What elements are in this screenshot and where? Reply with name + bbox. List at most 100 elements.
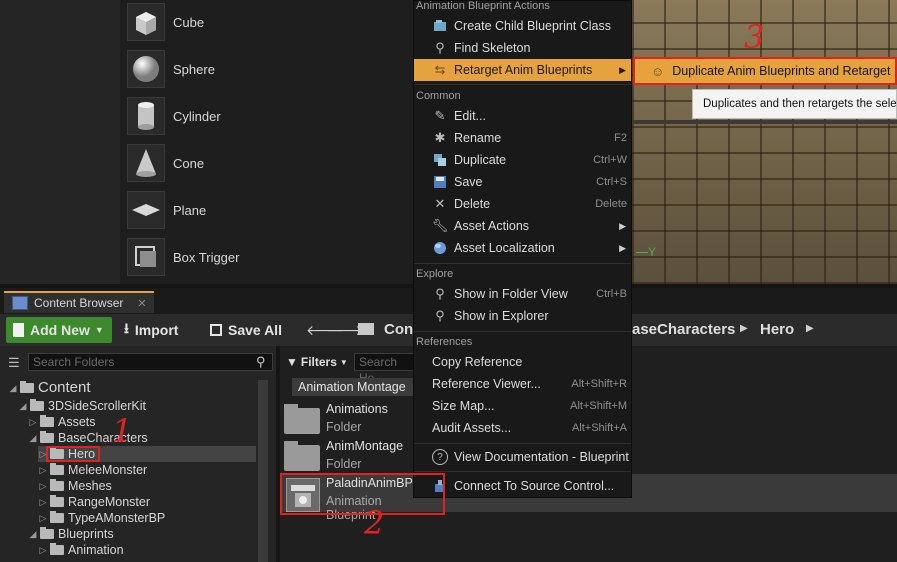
- menu-item-shortcut: Alt+Shift+A: [571, 422, 627, 434]
- submenu-arrow-icon: ▶: [619, 64, 626, 75]
- asset-folder-animmontage[interactable]: AnimMontage Folder: [282, 439, 432, 475]
- section-title-references: References: [416, 336, 473, 348]
- collapsed-arrow-icon[interactable]: ▷: [28, 414, 38, 430]
- place-item-cube[interactable]: Cube: [122, 0, 412, 44]
- submenu-arrow-icon: ▶: [619, 242, 626, 253]
- folder-tree-label: Animation: [68, 543, 124, 557]
- asset-folder-animations[interactable]: Animations Folder: [282, 402, 432, 438]
- submenu-item-duplicate-and-retarget[interactable]: ☺ Duplicate Anim Blueprints and Retarget: [633, 57, 897, 85]
- place-item-plane[interactable]: Plane: [122, 188, 412, 232]
- place-item-box-trigger[interactable]: Box Trigger: [122, 235, 412, 279]
- folder-tree-item[interactable]: ◢ BaseCharacters: [28, 430, 256, 446]
- tree-options-icon[interactable]: ☰: [8, 355, 20, 371]
- place-item-cone[interactable]: Cone: [122, 141, 412, 185]
- menu-separator: [414, 331, 631, 332]
- menu-item-shortcut: Ctrl+S: [596, 176, 627, 188]
- retarget-icon: ⇆: [434, 62, 446, 77]
- place-item-label: Cone: [173, 155, 205, 171]
- folder-icon: [50, 463, 64, 475]
- menu-item-save[interactable]: Save Ctrl+S: [414, 171, 631, 193]
- menu-item-view-documentation[interactable]: ? View Documentation - Blueprint: [414, 446, 631, 468]
- menu-item-find-skeleton[interactable]: ⚲ Find Skeleton: [414, 37, 631, 59]
- save-all-button[interactable]: Save All: [210, 317, 282, 343]
- menu-item-reference-viewer[interactable]: Reference Viewer... Alt+Shift+R: [414, 373, 631, 395]
- folder-icon: [40, 527, 54, 539]
- folder-tree-label: Assets: [58, 415, 96, 429]
- breadcrumb-hero[interactable]: Hero: [760, 321, 794, 338]
- add-new-label: Add New: [30, 322, 90, 338]
- menu-item-size-map[interactable]: Size Map... Alt+Shift+M: [414, 395, 631, 417]
- menu-item-show-in-explorer[interactable]: ⚲ Show in Explorer: [414, 305, 631, 327]
- search-folders-placeholder: Search Folders: [33, 355, 115, 369]
- tree-scrollbar[interactable]: [258, 380, 268, 562]
- blueprint-icon: [432, 18, 448, 34]
- annotation-box-asset: [280, 473, 445, 515]
- search-folders-input[interactable]: Search Folders: [28, 353, 273, 371]
- collapsed-arrow-icon[interactable]: ▷: [38, 494, 48, 510]
- menu-item-asset-localization[interactable]: Asset Localization ▶: [414, 237, 631, 259]
- menu-item-copy-reference[interactable]: Copy Reference: [414, 351, 631, 373]
- menu-item-audit-assets[interactable]: Audit Assets... Alt+Shift+A: [414, 417, 631, 439]
- help-icon: ?: [432, 449, 448, 465]
- folder-tree-item[interactable]: ◢ Blueprints: [28, 526, 256, 542]
- expanded-arrow-icon[interactable]: ◢: [28, 430, 38, 446]
- level-viewport[interactable]: [632, 0, 897, 284]
- tab-content-browser[interactable]: Content Browser ✕: [4, 291, 154, 313]
- folder-tree-item[interactable]: ▷ RangeMonster: [38, 494, 256, 510]
- menu-item-label: Delete: [454, 197, 491, 211]
- tooltip-text: Duplicates and then retargets the selec: [703, 98, 897, 110]
- filters-label: Filters: [300, 355, 337, 369]
- delete-icon: ✕: [434, 196, 446, 211]
- y-axis-line: [636, 252, 648, 253]
- folder-icon: [50, 479, 64, 491]
- add-new-button[interactable]: Add New ▼: [6, 317, 112, 343]
- folder-icon: [50, 511, 64, 523]
- folder-tree-item[interactable]: ◢ 3DSideScrollerKit: [18, 398, 256, 414]
- expanded-arrow-icon[interactable]: ◢: [28, 526, 38, 542]
- sphere-icon: [127, 50, 165, 88]
- menu-item-label: Asset Localization: [454, 241, 555, 255]
- expanded-arrow-icon[interactable]: ◢: [18, 398, 28, 414]
- place-item-sphere[interactable]: Sphere: [122, 47, 412, 91]
- folder-tree-item[interactable]: ▷ Animation: [38, 542, 256, 558]
- close-icon[interactable]: ✕: [137, 297, 146, 310]
- folder-tree-item[interactable]: ▷ Meshes: [38, 478, 256, 494]
- filter-chip-animation-montage[interactable]: Animation Montage: [292, 378, 413, 396]
- wrench-icon: 🔧︎: [431, 218, 449, 233]
- chevron-down-icon: ▼: [339, 357, 348, 367]
- collapsed-arrow-icon[interactable]: ▷: [38, 462, 48, 478]
- search-assets-input[interactable]: Search He: [354, 353, 414, 385]
- collapsed-arrow-icon[interactable]: ▷: [38, 542, 48, 558]
- save-all-label: Save All: [228, 322, 282, 338]
- menu-item-label: View Documentation - Blueprint: [454, 450, 629, 464]
- folder-tree-item[interactable]: ◢ Content: [8, 380, 256, 396]
- menu-item-duplicate[interactable]: Duplicate Ctrl+W: [414, 149, 631, 171]
- folder-tree-item[interactable]: ▷ MeleeMonster: [38, 462, 256, 478]
- menu-item-asset-actions[interactable]: 🔧︎ Asset Actions ▶: [414, 215, 631, 237]
- folder-icon: [358, 323, 374, 335]
- menu-item-label: Connect To Source Control...: [454, 479, 615, 493]
- menu-item-edit[interactable]: ✎ Edit...: [414, 105, 631, 127]
- menu-item-connect-to-source-control[interactable]: Connect To Source Control...: [414, 475, 631, 497]
- import-icon: ⭳: [124, 320, 129, 336]
- folder-icon: [40, 431, 54, 443]
- import-button[interactable]: ⭳ Import: [124, 317, 178, 343]
- breadcrumb-separator-icon: ▶: [740, 323, 748, 334]
- expanded-arrow-icon[interactable]: ◢: [8, 380, 18, 396]
- menu-item-retarget-anim-blueprints[interactable]: ⇆ Retarget Anim Blueprints ▶: [414, 59, 631, 81]
- menu-item-show-in-folder-view[interactable]: ⚲ Show in Folder View Ctrl+B: [414, 283, 631, 305]
- folder-tree-item[interactable]: ▷ TypeAMonsterBP: [38, 510, 256, 526]
- place-item-label: Sphere: [173, 61, 215, 77]
- collapsed-arrow-icon[interactable]: ▷: [38, 478, 48, 494]
- place-item-cylinder[interactable]: Cylinder: [122, 94, 412, 138]
- collapsed-arrow-icon[interactable]: ▷: [38, 510, 48, 526]
- new-file-icon: [13, 323, 24, 337]
- menu-item-label: Create Child Blueprint Class: [454, 19, 612, 33]
- filters-button[interactable]: ▼ Filters ▼: [286, 353, 348, 371]
- breadcrumb-basecharacters[interactable]: aseCharacters: [632, 321, 735, 338]
- menu-item-create-child-blueprint-class[interactable]: Create Child Blueprint Class: [414, 15, 631, 37]
- menu-item-rename[interactable]: ✱ Rename F2: [414, 127, 631, 149]
- menu-item-label: Copy Reference: [432, 355, 523, 369]
- menu-item-delete[interactable]: ✕ Delete Delete: [414, 193, 631, 215]
- folder-tree-item[interactable]: ▷ Assets: [28, 414, 256, 430]
